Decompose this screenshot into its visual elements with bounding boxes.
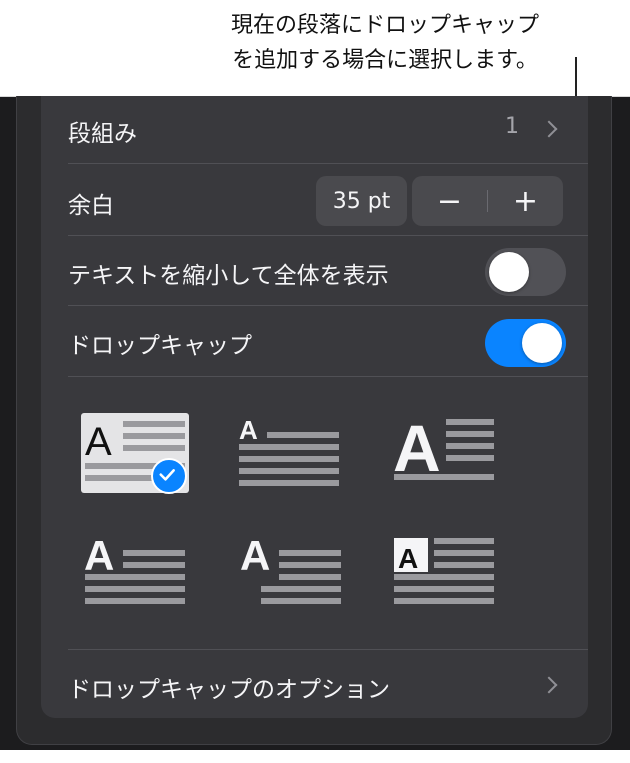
decrease-button[interactable]: − (412, 176, 487, 226)
style-1-letter: A (85, 420, 112, 464)
increase-button[interactable]: + (488, 176, 563, 226)
toggle-knob (489, 252, 529, 292)
margin-label: 余白 (68, 193, 114, 219)
shrink-text-toggle[interactable] (485, 248, 566, 296)
style-5-letter: A (240, 532, 270, 579)
columns-value: 1 (505, 114, 519, 139)
drop-cap-options-label: ドロップキャップのオプション (68, 677, 390, 703)
style-2-letter: A (239, 415, 258, 445)
drop-cap-style-3[interactable]: A (392, 413, 500, 493)
drop-cap-style-3-preview: A (393, 413, 494, 485)
divider (68, 376, 588, 377)
toggle-knob (522, 323, 562, 363)
drop-cap-style-5-preview: A (240, 532, 341, 604)
divider (68, 235, 588, 236)
columns-label: 段組み (68, 121, 137, 147)
divider (68, 649, 588, 650)
selected-checkmark-icon (151, 458, 187, 494)
drop-cap-style-2[interactable]: A (237, 413, 345, 493)
drop-cap-label: ドロップキャップ (68, 333, 252, 359)
callout-text: 現在の段落にドロップキャップ を追加する場合に選択します。 (230, 13, 539, 73)
drop-cap-style-6[interactable]: A (392, 530, 500, 610)
divider (68, 305, 588, 306)
drop-cap-style-2-preview: A (239, 415, 339, 486)
drop-cap-toggle[interactable] (485, 319, 566, 367)
margin-stepper: − + (412, 176, 563, 226)
drop-cap-style-5[interactable]: A (237, 530, 345, 610)
style-6-letter: A (398, 543, 418, 574)
shrink-text-label: テキストを縮小して全体を表示 (68, 263, 389, 289)
style-4-letter: A (84, 532, 114, 579)
divider (68, 163, 588, 164)
margin-value-field[interactable]: 35 pt (316, 176, 407, 226)
drop-cap-style-4[interactable]: A (81, 530, 189, 610)
drop-cap-style-6-preview: A (394, 538, 494, 604)
drop-cap-style-4-preview: A (84, 532, 185, 604)
